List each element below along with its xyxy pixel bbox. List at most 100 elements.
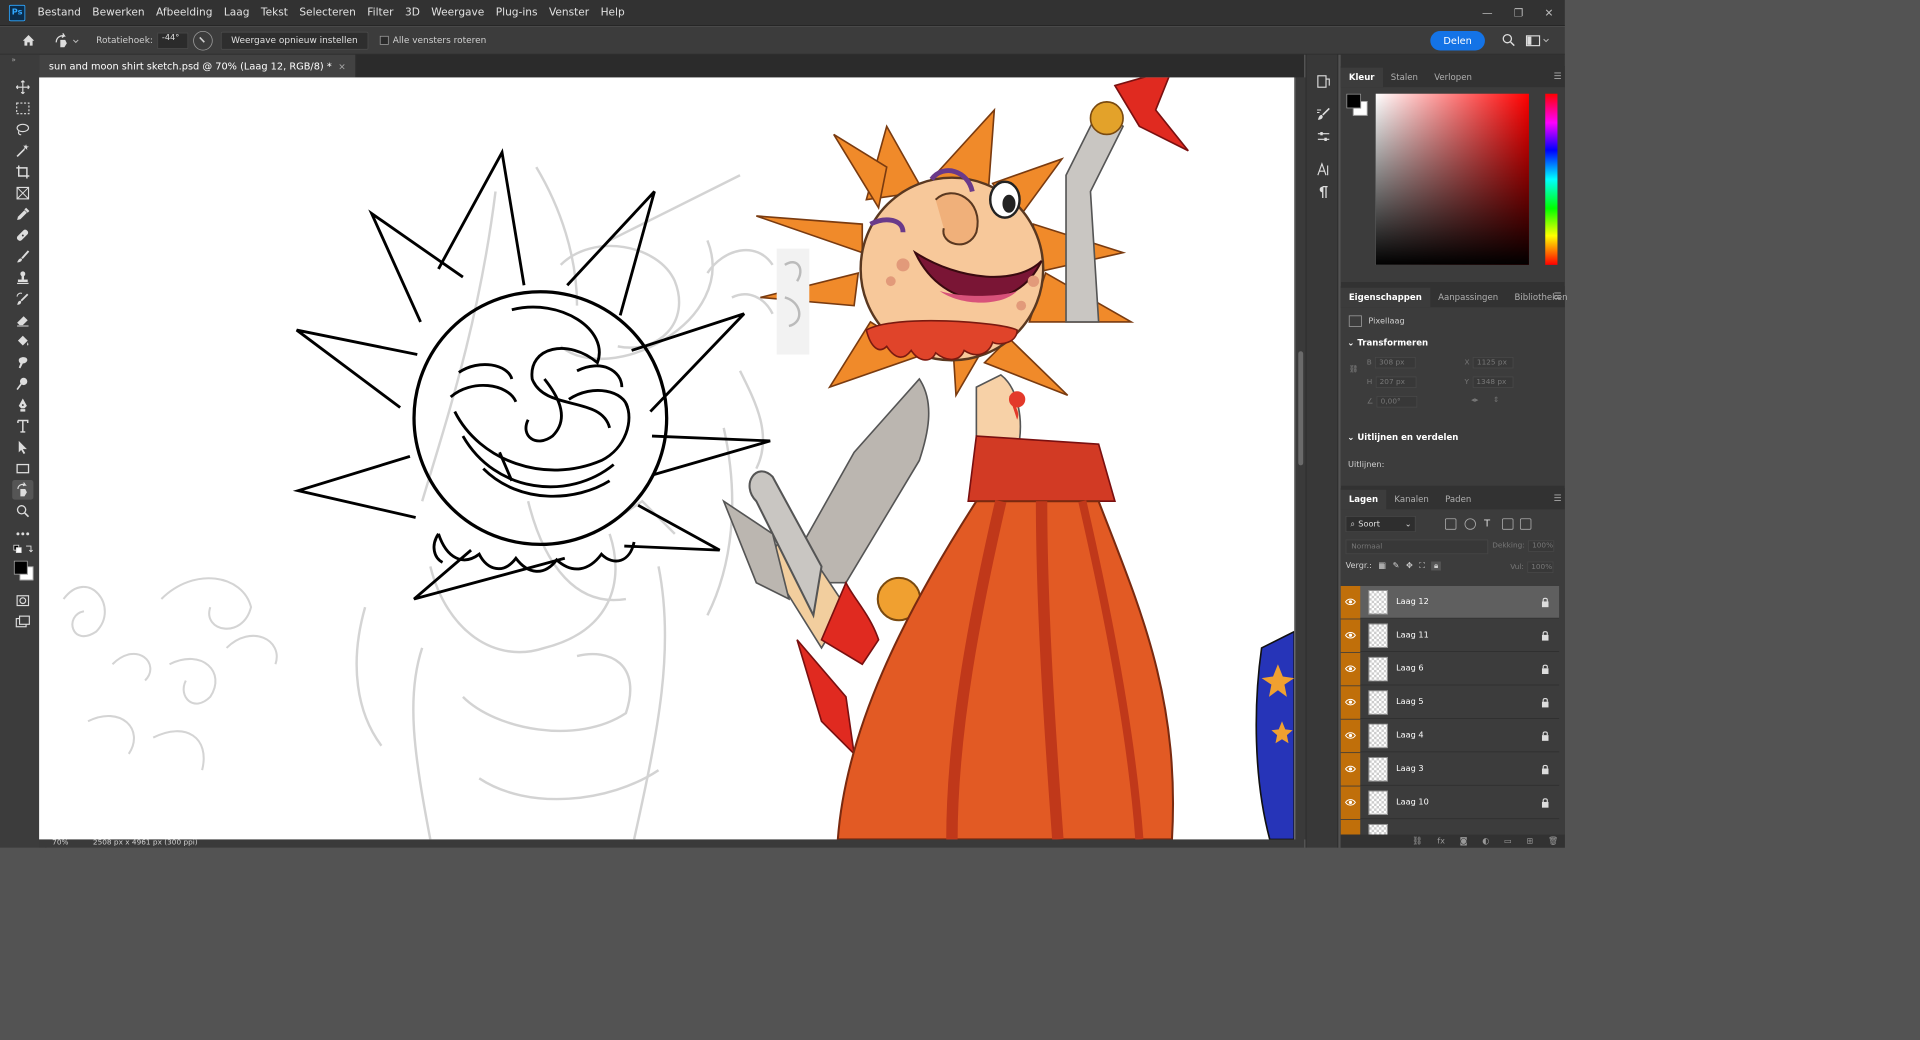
lasso-tool[interactable]	[12, 120, 33, 140]
layer-name[interactable]: Laag 11	[1396, 631, 1539, 640]
move-tool[interactable]	[12, 77, 33, 97]
group-icon[interactable]: ▭	[1504, 837, 1512, 846]
history-brush-tool[interactable]	[12, 289, 33, 309]
foreground-background-swatches[interactable]	[12, 558, 34, 582]
y-input[interactable]: 1348 px	[1472, 376, 1514, 388]
vertical-scrollbar[interactable]	[1295, 77, 1306, 840]
layer-filter-dropdown[interactable]: ⌕ Soort ⌄	[1345, 515, 1416, 533]
layer-name[interactable]: Laag 12	[1396, 597, 1539, 606]
paragraph-panel-button[interactable]	[1315, 183, 1333, 201]
quick-mask-button[interactable]	[12, 591, 33, 611]
flip-vertical-icon[interactable]: ⇕	[1493, 396, 1499, 404]
close-button[interactable]: ✕	[1545, 7, 1554, 19]
checkbox-box[interactable]	[379, 35, 389, 45]
layer-row[interactable]: Laag 4	[1340, 719, 1560, 753]
frame-tool[interactable]	[12, 183, 33, 203]
link-dimensions[interactable]: ⛓	[1349, 366, 1358, 374]
layer-row[interactable]: Laag 3	[1340, 752, 1560, 786]
lock-transparent-icon[interactable]: ▦	[1378, 562, 1386, 571]
path-selection-tool[interactable]	[12, 438, 33, 458]
mask-icon[interactable]: ◙	[1460, 837, 1468, 846]
opacity-input[interactable]: 100%	[1527, 540, 1555, 552]
history-panel-button[interactable]	[1315, 73, 1333, 91]
fill-input[interactable]: 100%	[1527, 561, 1554, 573]
pen-tool[interactable]	[12, 395, 33, 415]
magic-wand-tool[interactable]	[12, 141, 33, 161]
panel-menu-icon[interactable]: ☰	[1553, 493, 1561, 504]
rotation-dial[interactable]	[192, 30, 213, 51]
document-tab[interactable]: sun and moon shirt sketch.psd @ 70% (Laa…	[39, 54, 357, 78]
visibility-eye-icon[interactable]	[1340, 585, 1361, 619]
menu-3d[interactable]: 3D	[399, 0, 425, 26]
menu-laag[interactable]: Laag	[218, 0, 255, 26]
lock-position-icon[interactable]: ✥	[1406, 562, 1413, 571]
height-input[interactable]: 207 px	[1375, 376, 1417, 388]
layer-row[interactable]: Laag 11	[1340, 618, 1560, 652]
menu-bestand[interactable]: Bestand	[32, 0, 87, 26]
flip-horizontal-icon[interactable]: ◂▸	[1471, 396, 1478, 404]
eyedropper-tool[interactable]	[12, 205, 33, 225]
smudge-tool[interactable]	[12, 353, 33, 373]
filter-pixel-icon[interactable]	[1444, 518, 1457, 530]
close-document-icon[interactable]: ×	[338, 61, 346, 72]
crop-tool[interactable]	[12, 162, 33, 182]
maximize-button[interactable]: ❐	[1514, 7, 1523, 19]
visibility-eye-icon[interactable]	[1340, 618, 1361, 652]
layer-row[interactable]: Laag 6	[1340, 652, 1560, 686]
angle-input[interactable]: 0,00°	[1376, 396, 1418, 408]
tab-eigenschappen[interactable]: Eigenschappen	[1340, 287, 1430, 308]
scrollbar-thumb[interactable]	[1298, 351, 1304, 466]
type-tool[interactable]	[12, 416, 33, 436]
layer-name[interactable]: Laag 3	[1396, 764, 1539, 773]
menu-filter[interactable]: Filter	[362, 0, 400, 26]
hue-slider[interactable]	[1545, 93, 1558, 265]
foreground-color-swatch[interactable]	[1346, 93, 1362, 109]
reset-view-button[interactable]: Weergave opnieuw instellen	[220, 31, 369, 50]
menu-afbeelding[interactable]: Afbeelding	[150, 0, 218, 26]
marquee-tool[interactable]	[12, 99, 33, 119]
rotation-angle-input[interactable]: -44°	[156, 32, 188, 49]
rectangle-tool[interactable]	[12, 459, 33, 479]
paint-bucket-tool[interactable]	[12, 332, 33, 352]
more-tools[interactable]	[12, 524, 33, 544]
blend-mode-dropdown[interactable]: Normaal	[1345, 539, 1489, 555]
menu-weergave[interactable]: Weergave	[426, 0, 490, 26]
lock-artboard-icon[interactable]: ⛶	[1419, 562, 1425, 571]
zoom-tool[interactable]	[12, 501, 33, 521]
layer-name[interactable]: Laag 4	[1396, 731, 1539, 740]
filter-smartobject-icon[interactable]	[1519, 518, 1532, 530]
menu-bewerken[interactable]: Bewerken	[87, 0, 151, 26]
adjustments-strip-button[interactable]	[1315, 128, 1333, 146]
width-input[interactable]: 308 px	[1375, 356, 1416, 369]
align-section-header[interactable]: ⌄ Uitlijnen en verdelen	[1347, 433, 1458, 443]
collapse-arrows-icon[interactable]: »	[11, 56, 15, 64]
tab-paden[interactable]: Paden	[1437, 490, 1479, 510]
tab-aanpassingen[interactable]: Aanpassingen	[1430, 288, 1506, 308]
default-colors[interactable]	[12, 542, 33, 557]
search-button[interactable]	[1501, 33, 1517, 49]
share-button[interactable]: Delen	[1430, 30, 1485, 51]
screen-mode-button[interactable]	[12, 612, 33, 632]
visibility-eye-icon[interactable]	[1340, 819, 1361, 835]
rotate-view-tool[interactable]	[12, 480, 34, 500]
filter-type-icon[interactable]: T	[1484, 518, 1495, 529]
eraser-tool[interactable]	[12, 311, 33, 331]
clone-stamp-tool[interactable]	[12, 268, 33, 288]
visibility-eye-icon[interactable]	[1340, 752, 1361, 786]
tab-stalen[interactable]: Stalen	[1383, 68, 1426, 88]
layer-name[interactable]: Laag 6	[1396, 664, 1539, 673]
visibility-eye-icon[interactable]	[1340, 786, 1361, 819]
x-input[interactable]: 1125 px	[1472, 356, 1514, 369]
panel-menu-icon[interactable]: ☰	[1553, 291, 1561, 302]
menu-selecteren[interactable]: Selecteren	[294, 0, 362, 26]
visibility-eye-icon[interactable]	[1340, 685, 1361, 719]
trash-icon[interactable]: 🗑︎	[1548, 837, 1558, 846]
dodge-tool[interactable]	[12, 374, 33, 394]
lock-all-icon[interactable]: 🔒︎	[1431, 561, 1441, 571]
menu-venster[interactable]: Venster	[543, 0, 595, 26]
tab-bibliotheken[interactable]: Bibliotheken	[1506, 288, 1575, 308]
visibility-eye-icon[interactable]	[1340, 719, 1361, 752]
layer-name[interactable]: Laag 5	[1396, 698, 1539, 707]
menu-plugins[interactable]: Plug-ins	[490, 0, 543, 26]
menu-tekst[interactable]: Tekst	[255, 0, 293, 26]
